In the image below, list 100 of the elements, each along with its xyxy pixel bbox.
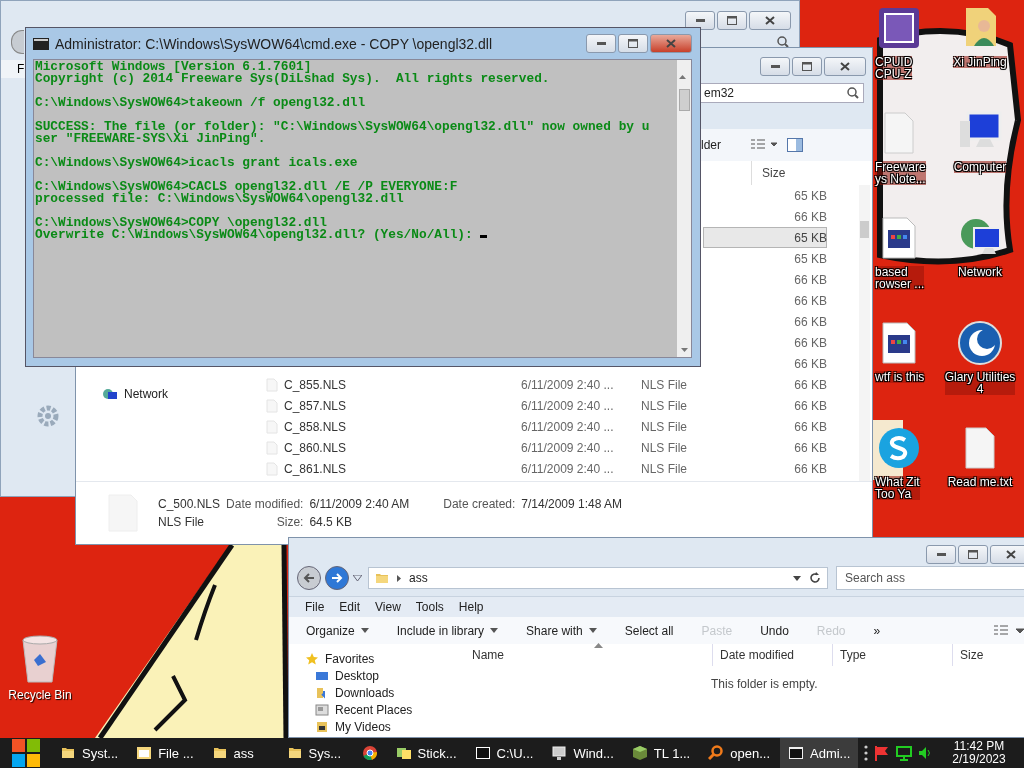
minimize-icon [936,553,946,556]
detail-value: 7/14/2009 1:48 AM [521,497,623,511]
toolbar-button[interactable]: Include in library [396,623,499,638]
close-button[interactable] [824,57,866,76]
taskbar-button[interactable]: Stick... [387,738,465,768]
nav-item[interactable]: Desktop [335,669,380,683]
desktop-icon-label[interactable]: wtf is this [875,371,925,383]
scroll-thumb[interactable] [860,221,869,238]
scroll-down-icon[interactable] [680,348,688,353]
scroll-thumb[interactable] [678,89,690,111]
forward-button[interactable] [325,566,349,590]
file-row[interactable]: C_857.NLS 6/11/2009 2:40 ... NLS File 66 KB [246,395,847,416]
magnifier-icon [708,745,725,761]
address-field[interactable]: ass [368,567,828,589]
taskbar-button[interactable]: ass [203,738,277,768]
overflow-menu-icon[interactable] [864,745,868,761]
glary-icon[interactable] [956,319,1004,367]
back-button[interactable] [297,566,321,590]
desktop-icon-label[interactable]: Glary Utilities 4 [944,371,1016,395]
minimize-button[interactable] [586,34,616,53]
desktop-icon-label[interactable]: based rowser ... [875,266,925,290]
taskbar-button[interactable]: Syst... [52,738,127,768]
column-header[interactable]: Size [952,644,1024,666]
taskbar-button[interactable]: open... [700,738,778,768]
taskbar-button[interactable]: Admi... [780,738,859,768]
taskbar-button[interactable]: File ... [128,738,202,768]
file-row[interactable]: 65 KB [703,248,827,269]
volume-icon[interactable] [918,746,932,760]
network-icon[interactable] [896,745,912,761]
file-row[interactable]: 66 KB [703,311,827,332]
file-row[interactable]: C_855.NLS 6/11/2009 2:40 ... NLS File 66 KB [246,374,847,395]
close-button[interactable] [749,11,791,30]
menu-item[interactable]: File [305,600,325,614]
file-row[interactable]: 66 KB [703,206,827,227]
file-row[interactable]: C_858.NLS 6/11/2009 2:40 ... NLS File 66 KB [246,416,847,437]
file-row[interactable]: C_861.NLS 6/11/2009 2:40 ... NLS File 66 KB [246,458,847,479]
close-button[interactable] [650,34,692,53]
menu-item[interactable]: Edit [339,600,361,614]
search-field[interactable]: Search ass [836,566,1024,590]
refresh-icon[interactable] [809,572,821,584]
nav-item[interactable]: My Videos [335,720,391,734]
taskbar-button[interactable]: C:\U... [466,738,542,768]
maximize-button[interactable] [958,545,988,564]
menu-item[interactable]: Help [458,600,484,614]
toolbar-button[interactable]: Select all [624,623,674,638]
minimize-button[interactable] [760,57,790,76]
toolbar-button[interactable]: » [873,623,881,638]
toolbar-button[interactable]: Undo [760,623,789,638]
file-row[interactable]: 66 KB [703,332,827,353]
type-cell-text: NLS File [641,419,688,434]
maximize-button[interactable] [792,57,822,76]
toolbar-button[interactable]: Share with [526,623,597,638]
file-row[interactable]: 66 KB [703,290,827,311]
column-header[interactable]: Type [832,644,952,666]
star-icon [305,652,319,666]
clock[interactable]: 11:42 PM 2/19/2023 [938,740,1020,766]
column-header[interactable]: Date modified [712,644,832,666]
caret-icon[interactable] [793,575,801,581]
menu-item[interactable]: Tools [415,600,444,614]
view-options-icon[interactable] [751,139,777,151]
toolbar-button[interactable]: Organize [306,623,369,638]
nav-item[interactable]: Recent Places [335,703,413,717]
maximize-icon [727,16,737,25]
file-row[interactable]: C_860.NLS 6/11/2009 2:40 ... NLS File 66 KB [246,437,847,458]
preview-pane-icon[interactable] [787,138,803,152]
column-header[interactable]: Name [458,644,712,666]
folder-icon [60,745,76,761]
desktop-icon-label[interactable]: Recycle Bin [8,688,72,702]
scrollbar[interactable] [859,185,870,481]
maximize-button[interactable] [618,34,648,53]
back-button[interactable] [11,30,24,54]
file-row[interactable]: 66 KB [703,269,827,290]
selected-row[interactable]: 65 KB [703,227,827,248]
flag-icon[interactable] [874,745,890,761]
taskbar-button[interactable]: Wind... [543,738,622,768]
size-cell-text: 66 KB [793,335,827,350]
desktop-icon [315,669,329,683]
file-row[interactable]: 66 KB [703,353,827,374]
maximize-button[interactable] [717,11,747,30]
scroll-up-icon[interactable] [678,74,686,79]
history-dropdown-icon[interactable] [353,575,362,581]
file-row[interactable]: 65 KB [703,185,827,206]
menu-item[interactable]: F [17,62,25,76]
date-cell-text: 6/11/2009 2:40 ... [521,398,615,413]
search-field[interactable]: em32 [699,83,864,103]
desktop-icon-label[interactable]: What Zit Too Ya [875,476,920,500]
taskbar-button[interactable]: TL 1... [623,738,699,768]
nav-item[interactable]: Favorites [325,652,375,666]
nav-item[interactable]: Downloads [335,686,395,700]
file-type: NLS File [158,515,205,529]
nav-item[interactable]: Network [124,387,168,401]
taskbar-button[interactable]: Sys... [278,738,352,768]
recycle-bin-icon[interactable] [20,634,60,686]
menu-item[interactable]: View [375,600,401,614]
column-header[interactable]: Size [751,161,827,185]
minimize-button[interactable] [926,545,956,564]
close-button[interactable] [990,545,1024,564]
chevron-icon [397,574,401,582]
view-options-icon[interactable] [994,624,1024,637]
toolbar-button[interactable]: lder [701,138,721,152]
